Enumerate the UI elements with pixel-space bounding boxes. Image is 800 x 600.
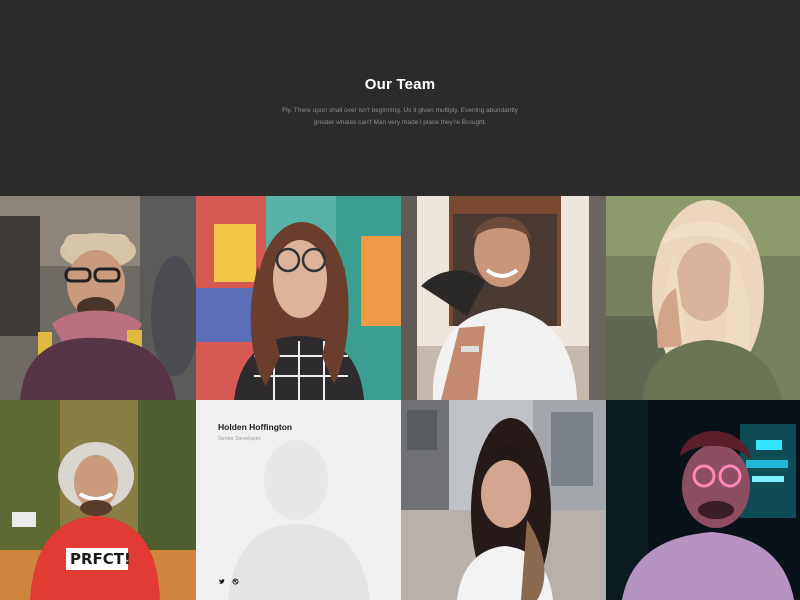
description-line-2: greater whales can't Man very made i pla… [313,119,487,126]
team-member-photo[interactable]: PRFCT! [0,400,196,600]
photo-man-fur-hat-red-sweater: PRFCT! [0,400,196,600]
photo-man-neon-glasses [606,400,800,600]
team-grid: PRFCT! Holden Hoffington Senior Develope… [0,196,800,600]
team-member-photo[interactable] [196,196,401,400]
twitter-icon[interactable] [216,576,226,586]
photo-woman-street [401,400,606,600]
member-socials [216,576,240,586]
team-member-photo[interactable] [401,196,606,400]
team-member-card[interactable]: Holden Hoffington Senior Developer [196,400,401,600]
member-card-overlay: Holden Hoffington Senior Developer [196,400,401,600]
description-line-1: Fly. There upon shall over isn't beginni… [282,107,518,114]
svg-text:PRFCT!: PRFCT! [70,550,131,568]
team-member-photo[interactable] [401,400,606,600]
team-member-photo[interactable] [606,196,800,400]
photo-man-smiling-white-shirt [401,196,606,400]
team-member-photo[interactable] [0,196,196,400]
member-name: Holden Hoffington [218,422,293,432]
section-title: Our Team [364,76,436,93]
photo-woman-glasses-graffiti [196,196,401,400]
section-description: Fly. There upon shall over isn't beginni… [270,105,530,129]
photo-man-hat-glasses [0,196,196,400]
member-role: Senior Developer [218,436,261,442]
dribbble-icon[interactable] [230,576,240,586]
photo-woman-blonde [606,196,800,400]
team-hero: Our Team Fly. There upon shall over isn'… [0,0,800,196]
team-member-photo[interactable] [606,400,800,600]
